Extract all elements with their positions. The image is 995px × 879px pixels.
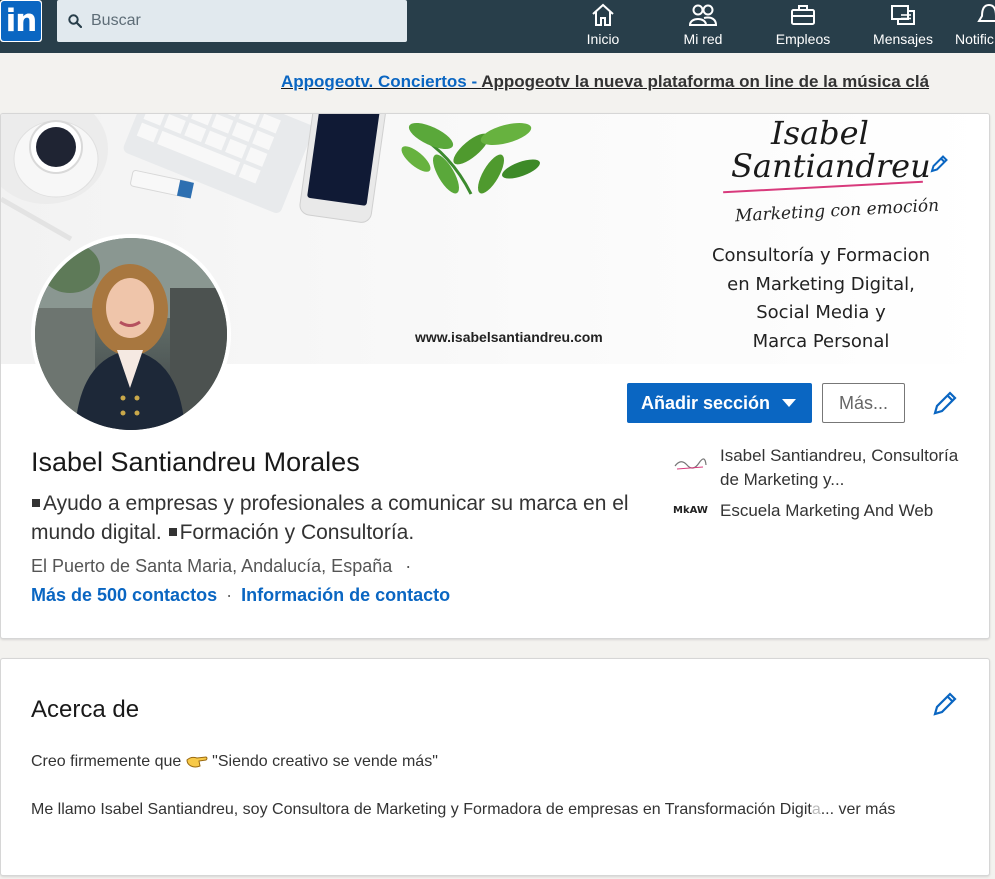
- bullet-square-icon: [168, 527, 177, 536]
- profile-headline: Ayudo a empresas y profesionales a comun…: [31, 489, 651, 547]
- nav-item-mi-red[interactable]: Mi red: [678, 0, 728, 53]
- mkaw-logo: MkAW: [673, 505, 708, 516]
- about-line-1: Creo firmemente que "Siendo creativo se …: [31, 753, 438, 771]
- bullet-square-icon: [32, 498, 40, 507]
- search-input[interactable]: [91, 6, 391, 36]
- nav-label-inicio: Inicio: [586, 31, 620, 47]
- edit-about-icon[interactable]: [932, 691, 958, 722]
- see-more-link[interactable]: ... ver más: [821, 801, 896, 818]
- links-separator: ·: [226, 585, 233, 605]
- search-box[interactable]: [57, 0, 407, 42]
- nav-item-inicio[interactable]: Inicio: [583, 0, 623, 53]
- edit-intro-icon[interactable]: [932, 390, 958, 421]
- profile-links: Más de 500 contactos · Información de cont…: [31, 585, 450, 606]
- about-text: Me llamo Isabel Santiandreu, soy Consult…: [31, 801, 812, 818]
- top-navbar: in Inicio Mi red Empleos Mensajes Notifi…: [0, 0, 995, 53]
- more-button[interactable]: Más...: [822, 383, 905, 423]
- messages-icon: [891, 5, 915, 25]
- nav-label-empleos: Empleos: [775, 31, 831, 47]
- company-name: Isabel Santiandreu, Consultoría de Marke…: [720, 446, 959, 489]
- bell-icon: [977, 3, 995, 22]
- ad-text[interactable]: Appogeotv la nueva plataforma on line de…: [481, 72, 929, 91]
- service-line: en Marketing Digital,: [727, 273, 915, 295]
- search-icon: [68, 14, 82, 28]
- add-section-label: Añadir sección: [641, 392, 771, 413]
- about-card: Acerca de Creo firmemente que "Siendo cr…: [0, 658, 990, 876]
- contact-info-link[interactable]: Información de contacto: [241, 585, 450, 605]
- nav-label-mi-red: Mi red: [683, 31, 723, 47]
- service-line: Social Media y: [756, 302, 886, 323]
- briefcase-icon: [791, 5, 815, 25]
- logo-text: in: [1, 1, 41, 41]
- profile-avatar[interactable]: [31, 234, 231, 434]
- ad-banner[interactable]: Appogeotv. Conciertos - Appogeotv la nue…: [281, 72, 929, 92]
- brand-line1: Isabel: [771, 114, 869, 152]
- banner-website: www.isabelsantiandreu.com: [415, 329, 603, 345]
- headline-text: Formación y Consultoría.: [179, 521, 415, 544]
- profile-name: Isabel Santiandreu Morales: [31, 447, 360, 477]
- location-separator: ·: [405, 556, 412, 576]
- home-icon: [592, 3, 614, 26]
- banner-services: Consultoría y Formacion en Marketing Dig…: [701, 242, 941, 356]
- company-name: Escuela Marketing And Web: [720, 501, 934, 520]
- add-section-button[interactable]: Añadir sección: [627, 383, 812, 423]
- about-text: Creo firmemente que: [31, 753, 186, 770]
- contacts-link[interactable]: Más de 500 contactos: [31, 585, 217, 605]
- network-icon: [688, 4, 718, 26]
- nav-label-mensajes: Mensajes: [873, 31, 933, 47]
- ad-link[interactable]: Appogeotv. Conciertos -: [281, 72, 481, 91]
- company-item[interactable]: Isabel Santiandreu, Consultoría de Marke…: [673, 444, 963, 494]
- location-text: El Puerto de Santa Maria, Andalucía, Esp…: [31, 556, 393, 576]
- nav-item-mensajes[interactable]: Mensajes: [870, 0, 936, 53]
- brand-line2: Santiandreu: [731, 147, 931, 185]
- nav-item-empleos[interactable]: Empleos: [772, 0, 834, 53]
- nav-item-notificaciones[interactable]: Notific: [955, 0, 995, 53]
- about-text-fade: a: [811, 801, 821, 818]
- profile-card: Isabel Santiandreu Marketing con emoción…: [0, 113, 990, 639]
- brand-signature: Isabel Santiandreu: [731, 117, 931, 183]
- avatar-photo: [35, 238, 227, 430]
- about-line-2: Me llamo Isabel Santiandreu, soy Consult…: [31, 801, 895, 819]
- edit-banner-icon[interactable]: [929, 154, 949, 179]
- linkedin-logo[interactable]: in: [0, 0, 42, 42]
- service-line: Consultoría y Formacion: [711, 245, 931, 266]
- profile-location: El Puerto de Santa Maria, Andalucía, Esp…: [31, 556, 411, 577]
- service-line: Marca Personal: [752, 330, 890, 352]
- pointing-hand-icon: [186, 753, 208, 769]
- about-title: Acerca de: [31, 696, 140, 723]
- about-text: "Siendo creativo se vende más": [207, 753, 438, 770]
- caret-down-icon: [782, 399, 796, 407]
- nav-label-notificaciones: Notific: [955, 31, 994, 47]
- company-item[interactable]: MkAW Escuela Marketing And Web: [673, 499, 963, 525]
- isabel-santiandreu-logo: [674, 458, 707, 470]
